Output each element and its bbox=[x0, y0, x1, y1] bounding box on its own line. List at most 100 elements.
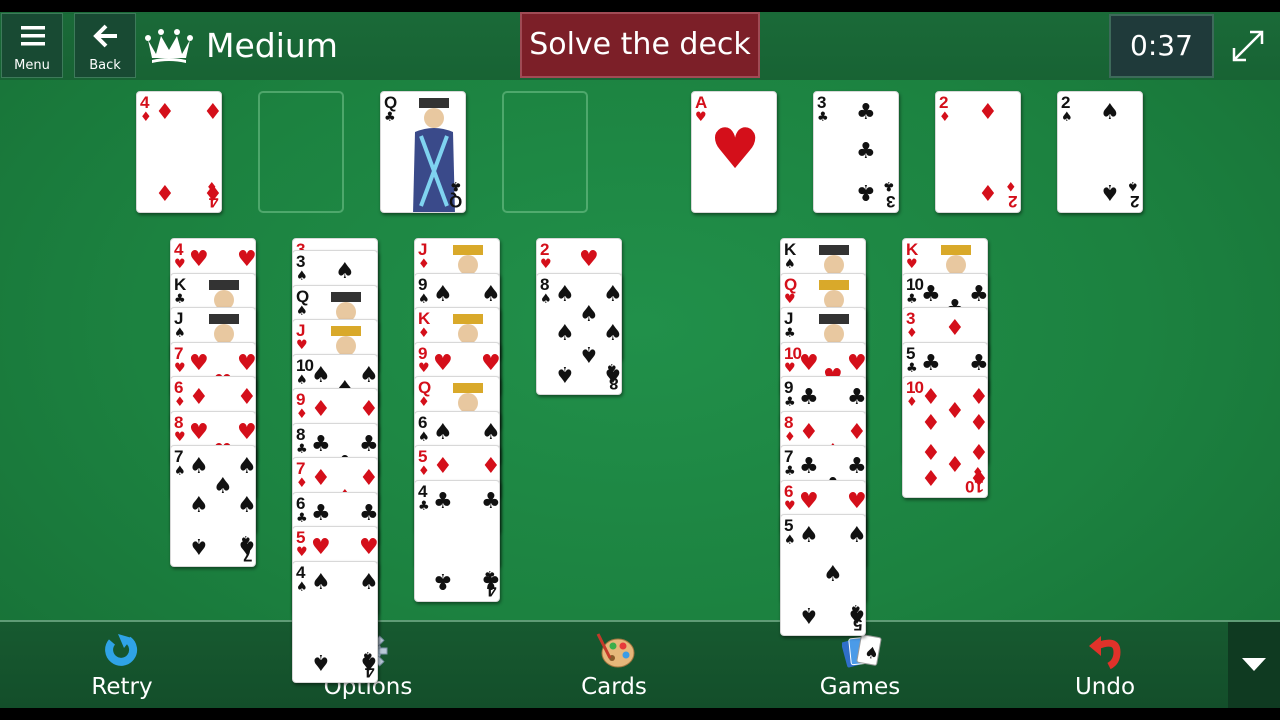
card-suit-icon-bottom: ♠ bbox=[606, 360, 618, 375]
suit-pip: ♦ bbox=[799, 420, 819, 445]
undo-button[interactable]: Undo bbox=[1030, 622, 1180, 708]
suit-pip: ♠ bbox=[189, 533, 209, 558]
suit-pip: ♥ bbox=[433, 351, 453, 376]
suit-pip: ♣ bbox=[921, 282, 941, 307]
suit-pip: ♠ bbox=[481, 420, 500, 445]
card-suit-icon: ♥ bbox=[296, 338, 308, 353]
playing-card[interactable]: 10 ♦ ♦ ♦ ♦ ♦ ♦ ♦ ♦ ♦ ♦ ♦ 10 ♦ bbox=[902, 376, 988, 498]
empty-free-cell[interactable] bbox=[502, 91, 588, 213]
card-suit-icon: ♦ bbox=[140, 110, 152, 125]
suit-pip: ♦ bbox=[481, 454, 500, 479]
suit-pip: ♠ bbox=[555, 361, 575, 386]
card-suit-icon: ♦ bbox=[296, 407, 308, 422]
playing-card[interactable]: Q ♣ Q ♣ bbox=[380, 91, 466, 213]
card-suit-icon: ♥ bbox=[784, 499, 796, 514]
difficulty-title: Medium bbox=[206, 26, 338, 65]
playing-card[interactable]: 5 ♠ ♠ ♠ ♠ ♠ ♠ 5 ♠ bbox=[780, 514, 866, 636]
suit-pip: ♠ bbox=[579, 302, 599, 327]
card-suit-icon: ♠ bbox=[174, 464, 186, 479]
suit-pip: ♣ bbox=[311, 432, 331, 457]
card-suit-icon: ♥ bbox=[296, 545, 308, 560]
suit-pip: ♥ bbox=[237, 247, 256, 272]
suit-pip: ♦ bbox=[969, 411, 988, 436]
card-suit-icon: ♥ bbox=[540, 257, 552, 272]
card-rank-bottom: 4 bbox=[364, 662, 374, 681]
playing-card[interactable]: A ♥ ♥ bbox=[691, 91, 777, 213]
cards-button[interactable]: Cards bbox=[539, 622, 689, 708]
empty-free-cell[interactable] bbox=[258, 91, 344, 213]
playing-card[interactable]: 2 ♦ ♦ ♦ 2 ♦ bbox=[935, 91, 1021, 213]
card-suit-icon: ♣ bbox=[296, 511, 308, 526]
undo-label: Undo bbox=[1074, 674, 1136, 700]
suit-pip: ♠ bbox=[189, 493, 209, 518]
card-suit-icon: ♣ bbox=[784, 326, 796, 341]
playing-card[interactable]: 8 ♠ ♠ ♠ ♠ ♠ ♠ ♠ ♠ ♠ 8 ♠ bbox=[536, 273, 622, 395]
suit-pip: ♠ bbox=[189, 454, 209, 479]
suit-pip: ♥ bbox=[481, 351, 500, 376]
card-suit-icon: ♦ bbox=[939, 110, 951, 125]
card-suit-icon: ♦ bbox=[174, 395, 186, 410]
card-rank-bottom: 2 bbox=[1007, 192, 1017, 211]
card-rank-bottom: 2 bbox=[1129, 192, 1139, 211]
playing-card[interactable]: 4 ♠ ♠ ♠ ♠ ♠ 4 ♠ bbox=[292, 561, 378, 683]
suit-pip: ♥ bbox=[237, 351, 256, 376]
suit-pip: ♠ bbox=[213, 474, 233, 499]
suit-pip: ♣ bbox=[433, 489, 453, 514]
card-suit-icon-bottom: ♣ bbox=[883, 178, 895, 193]
card-suit-icon-bottom: ♠ bbox=[362, 648, 374, 663]
suit-pip: ♥ bbox=[359, 535, 378, 560]
playing-card[interactable]: 7 ♠ ♠ ♠ ♠ ♠ ♠ ♠ ♠ 7 ♠ bbox=[170, 445, 256, 567]
suit-pip: ♠ bbox=[847, 523, 866, 548]
card-suit-icon: ♦ bbox=[418, 464, 430, 479]
suit-pip: ♦ bbox=[921, 438, 941, 463]
playing-card[interactable]: 4 ♣ ♣ ♣ ♣ ♣ 4 ♣ bbox=[414, 480, 500, 602]
suit-pip: ♥ bbox=[847, 489, 866, 514]
suit-pip: ♣ bbox=[856, 100, 876, 125]
suit-pip: ♠ bbox=[433, 420, 453, 445]
suit-pip: ♦ bbox=[945, 450, 965, 475]
suit-pip: ♦ bbox=[237, 385, 256, 410]
retry-icon bbox=[105, 634, 138, 666]
card-suit-icon: ♣ bbox=[174, 292, 186, 307]
back-button[interactable]: Back bbox=[74, 13, 136, 78]
card-suit-icon: ♥ bbox=[906, 257, 918, 272]
suit-pip: ♠ bbox=[359, 570, 378, 595]
more-toolbar-button[interactable] bbox=[1228, 622, 1280, 708]
card-suit-icon: ♦ bbox=[418, 326, 430, 341]
suit-pip: ♣ bbox=[856, 179, 876, 204]
card-suit-icon: ♣ bbox=[418, 499, 430, 514]
ace-suit-icon: ♥ bbox=[710, 117, 761, 182]
card-suit-icon: ♦ bbox=[296, 476, 308, 491]
retry-label: Retry bbox=[91, 674, 153, 700]
card-rank-bottom: 4 bbox=[208, 192, 218, 211]
suit-pip: ♣ bbox=[799, 454, 819, 479]
fullscreen-expand-icon[interactable] bbox=[1230, 28, 1266, 64]
menu-label: Menu bbox=[14, 58, 50, 73]
card-suit-icon-bottom: ♦ bbox=[972, 463, 984, 478]
suit-pip: ♠ bbox=[359, 363, 378, 388]
card-suit-icon-bottom: ♦ bbox=[1005, 178, 1017, 193]
suit-pip: ♦ bbox=[921, 464, 941, 489]
card-suit-icon: ♠ bbox=[296, 304, 308, 319]
crown-icon bbox=[145, 29, 193, 63]
suit-pip: ♠ bbox=[311, 363, 331, 388]
menu-button[interactable]: Menu bbox=[1, 13, 63, 78]
playing-card[interactable]: 2 ♠ ♠ ♠ 2 ♠ bbox=[1057, 91, 1143, 213]
card-suit-icon: ♥ bbox=[784, 292, 796, 307]
card-suit-icon: ♣ bbox=[784, 395, 796, 410]
solve-the-deck-button[interactable]: Solve the deck bbox=[520, 12, 760, 78]
card-suit-icon-bottom: ♠ bbox=[1127, 178, 1139, 193]
suit-pip: ♦ bbox=[311, 397, 331, 422]
card-suit-icon-bottom: ♦ bbox=[206, 178, 218, 193]
retry-button[interactable]: Retry bbox=[47, 622, 197, 708]
suit-pip: ♠ bbox=[579, 341, 599, 366]
playing-card[interactable]: 4 ♦ ♦ ♦ ♦ ♦ 4 ♦ bbox=[136, 91, 222, 213]
card-suit-icon: ♥ bbox=[174, 257, 186, 272]
suit-pip: ♦ bbox=[969, 385, 988, 410]
card-suit-icon: ♥ bbox=[695, 110, 707, 125]
suit-pip: ♣ bbox=[311, 501, 331, 526]
playing-card[interactable]: 3 ♣ ♣ ♣ ♣ 3 ♣ bbox=[813, 91, 899, 213]
card-rank-bottom: 3 bbox=[885, 192, 895, 211]
suit-pip: ♦ bbox=[969, 438, 988, 463]
suit-pip: ♣ bbox=[969, 282, 988, 307]
